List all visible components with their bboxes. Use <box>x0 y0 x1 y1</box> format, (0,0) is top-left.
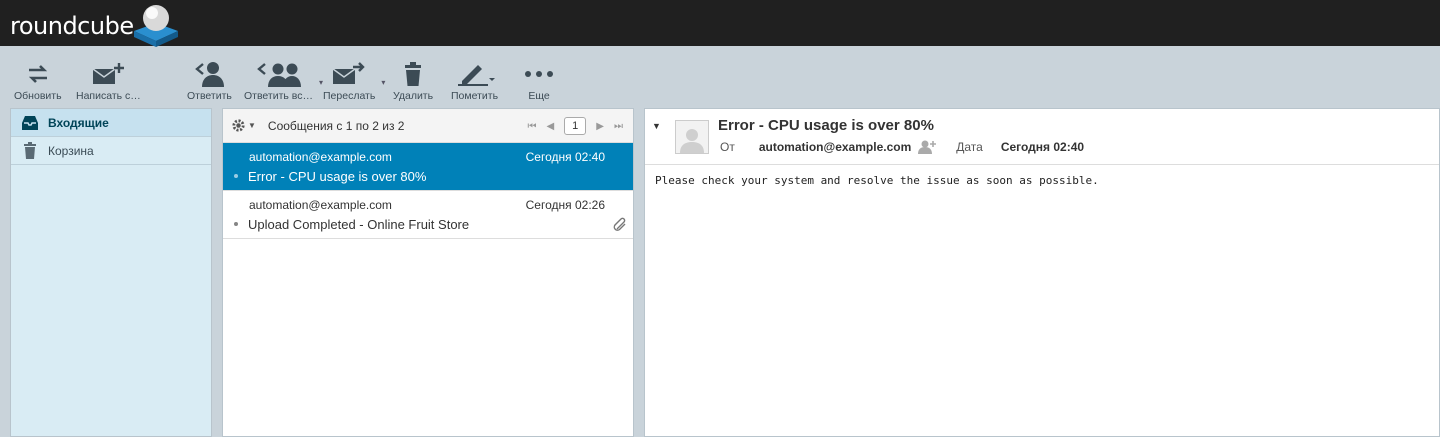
folder-trash-label: Корзина <box>48 143 94 158</box>
more-label: Еще <box>528 90 550 102</box>
preview-date: Сегодня 02:40 <box>1000 140 1085 154</box>
delete-button[interactable]: Удалить <box>393 60 433 102</box>
message-from: automation@example.com <box>249 198 392 212</box>
first-page-icon[interactable]: ⏮ <box>527 121 536 132</box>
preview-header: ▼ Error - CPU usage is over 80% От autom… <box>645 109 1439 165</box>
mark-label: Пометить <box>451 90 499 102</box>
trash-icon <box>21 142 39 160</box>
reply-all-label: Ответить вс… <box>244 90 314 102</box>
folder-inbox[interactable]: Входящие <box>11 109 211 137</box>
user-silhouette-icon <box>680 129 704 153</box>
list-header: ▼ Сообщения с 1 по 2 из 2 ⏮ ◀ 1 ▶ ⏭ <box>223 109 633 143</box>
compose-icon <box>92 63 125 84</box>
header-bar: roundcube <box>0 0 1440 47</box>
folder-trash[interactable]: Корзина <box>11 137 211 165</box>
add-contact-icon[interactable] <box>918 140 937 154</box>
unread-dot-icon[interactable] <box>234 174 238 178</box>
pager: ⏮ ◀ 1 ▶ ⏭ <box>527 117 623 135</box>
logo-text: roundcube <box>10 12 134 40</box>
from-label: От <box>720 140 735 154</box>
reply-all-button[interactable]: Ответить вс… ▾ <box>244 60 323 102</box>
page-number[interactable]: 1 <box>564 117 587 135</box>
more-icon <box>525 71 553 77</box>
reply-button[interactable]: Ответить <box>187 60 232 102</box>
delete-icon <box>405 62 422 86</box>
message-list: ▼ Сообщения с 1 по 2 из 2 ⏮ ◀ 1 ▶ ⏭ auto… <box>222 108 634 437</box>
message-date: Сегодня 02:26 <box>525 198 605 212</box>
folder-list: Входящие Корзина <box>10 108 212 437</box>
message-subject: Error - CPU usage is over 80% <box>248 169 427 184</box>
next-page-icon[interactable]: ▶ <box>596 121 604 132</box>
reply-icon <box>195 62 225 87</box>
mark-button[interactable]: Пометить <box>451 60 498 102</box>
attachment-icon <box>613 217 627 236</box>
last-page-icon[interactable]: ⏭ <box>614 121 623 132</box>
message-count: Сообщения с 1 по 2 из 2 <box>267 118 405 133</box>
forward-button[interactable]: Переслать ▾ <box>323 60 385 102</box>
date-label: Дата <box>956 140 983 154</box>
reply-label: Ответить <box>187 90 232 102</box>
refresh-label: Обновить <box>14 90 62 102</box>
refresh-icon <box>28 65 47 83</box>
reply-all-icon <box>256 63 301 87</box>
message-date: Сегодня 02:40 <box>525 150 605 164</box>
preview-subject: Error - CPU usage is over 80% <box>718 117 934 134</box>
message-subject: Upload Completed - Online Fruit Store <box>248 217 470 232</box>
forward-label: Переслать <box>323 90 376 102</box>
compose-button[interactable]: Написать с… <box>76 60 141 102</box>
collapse-header-icon[interactable]: ▼ <box>652 121 661 131</box>
mark-icon <box>457 65 495 86</box>
logo-cube-icon <box>133 5 178 47</box>
compose-label: Написать с… <box>76 90 141 102</box>
forward-dropdown-icon[interactable]: ▾ <box>381 78 385 87</box>
sender-address[interactable]: automation@example.com <box>759 140 911 154</box>
toolbar: Обновить Написать с… Ответить Ответить в… <box>0 46 1440 106</box>
prev-page-icon[interactable]: ◀ <box>546 121 554 132</box>
more-button[interactable]: Еще <box>524 60 554 102</box>
message-preview: ▼ Error - CPU usage is over 80% От autom… <box>644 108 1440 437</box>
inbox-icon <box>21 114 39 132</box>
message-from: automation@example.com <box>249 150 392 164</box>
avatar <box>675 120 709 154</box>
chevron-down-icon: ▼ <box>248 121 256 130</box>
delete-label: Удалить <box>393 90 434 102</box>
folder-inbox-label: Входящие <box>48 115 109 130</box>
message-row[interactable]: automation@example.com Сегодня 02:26 Upl… <box>223 191 633 239</box>
preview-meta: От automation@example.com Дата Сегодня 0… <box>720 140 1084 154</box>
gear-icon <box>232 119 245 132</box>
message-body: Please check your system and resolve the… <box>655 174 1099 187</box>
message-row[interactable]: automation@example.com Сегодня 02:40 Err… <box>223 143 633 191</box>
forward-icon <box>332 62 365 84</box>
roundcube-logo[interactable]: roundcube <box>10 5 182 47</box>
list-options-button[interactable]: ▼ <box>231 118 256 133</box>
unread-dot-icon[interactable] <box>234 222 238 226</box>
refresh-button[interactable]: Обновить <box>14 60 62 102</box>
